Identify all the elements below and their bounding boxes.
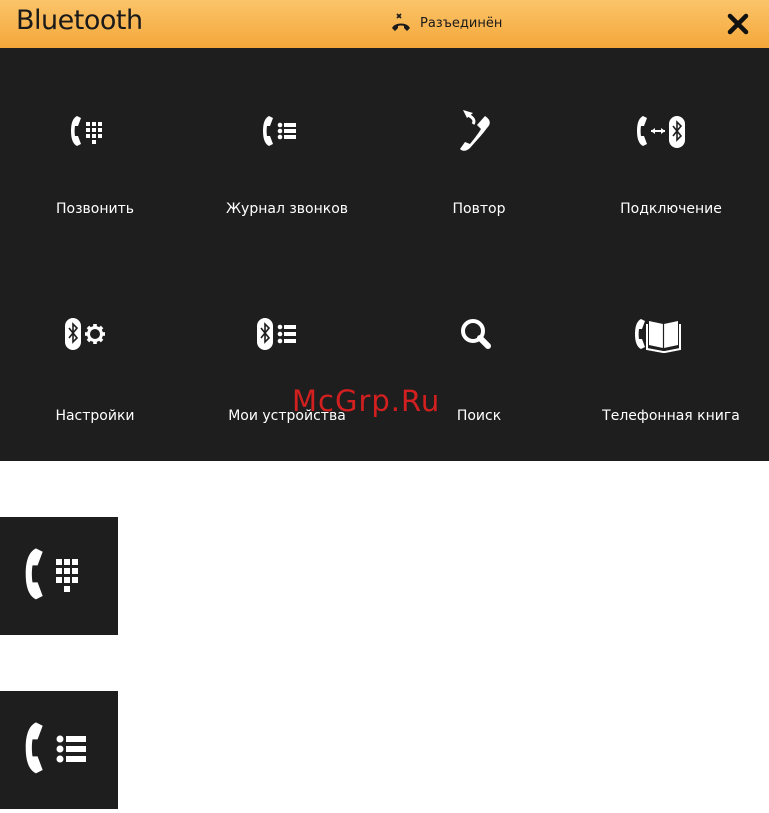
hangup-icon: [392, 13, 410, 31]
search-button[interactable]: Поиск: [384, 315, 574, 445]
watermark: McGrp.Ru: [292, 384, 441, 418]
phonebook-label: Телефонная книга: [602, 408, 740, 424]
connection-label: Подключение: [620, 201, 722, 217]
call-log-button[interactable]: Журнал звонков: [192, 108, 382, 238]
close-button[interactable]: [725, 11, 751, 37]
close-icon: [727, 13, 749, 35]
call-icon-sample: [0, 517, 118, 635]
phonebook-button[interactable]: Телефонная книга: [576, 315, 766, 445]
call-log-icon: [25, 722, 86, 774]
call-log-icon-sample: [0, 691, 118, 809]
search-icon: [461, 319, 491, 349]
status-text: Разъединён: [420, 15, 503, 31]
dialpad-phone-icon: [25, 548, 78, 600]
settings-button[interactable]: Настройки: [0, 315, 190, 445]
dialpad-phone-icon: [71, 116, 102, 146]
call-log-label: Журнал звонков: [225, 201, 349, 217]
connection-button[interactable]: Подключение: [576, 108, 766, 238]
my-devices-icon: [257, 318, 296, 350]
call-label: Позвонить: [55, 201, 134, 217]
redial-label: Повтор: [452, 201, 506, 217]
bluetooth-screen: Bluetooth Разъединён Позвонить Журнал зв…: [0, 0, 769, 461]
phonebook-icon: [635, 319, 681, 353]
redial-button[interactable]: Повтор: [384, 108, 574, 238]
connect-bluetooth-icon: [637, 116, 685, 148]
call-button[interactable]: Позвонить: [0, 108, 190, 238]
connection-status: Разъединён: [390, 13, 502, 33]
settings-label: Настройки: [55, 408, 135, 424]
bluetooth-settings-icon: [65, 318, 105, 350]
my-devices-button[interactable]: Мои устройства: [192, 315, 382, 445]
call-log-icon: [263, 116, 296, 146]
title-bar: Bluetooth Разъединён: [0, 0, 769, 48]
redial-icon: [460, 110, 490, 151]
app-title: Bluetooth: [16, 5, 143, 36]
